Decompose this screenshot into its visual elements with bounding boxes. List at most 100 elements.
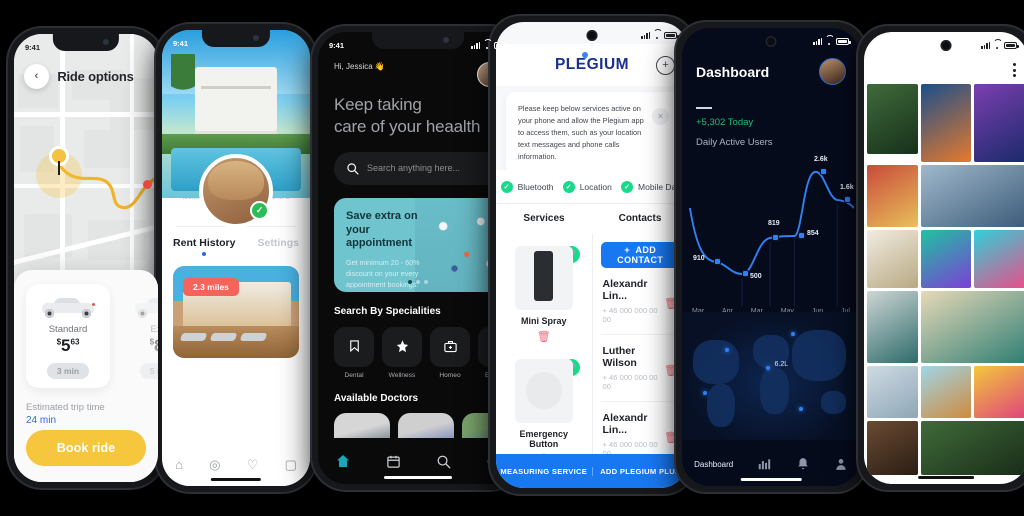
- car-option-exec[interactable]: Exec $892 5 min: [119, 284, 158, 388]
- photo-tile[interactable]: [974, 366, 1024, 418]
- heart-icon[interactable]: ♡: [247, 458, 259, 471]
- chart-point: [715, 259, 720, 264]
- car-price: $892: [125, 336, 158, 356]
- kpi-rule: [696, 107, 712, 109]
- chart-point-label: 2.6k: [814, 156, 828, 163]
- rent-history-card[interactable]: 2.3 miles: [173, 265, 299, 358]
- kpi-delta: +5,302 Today: [696, 117, 754, 128]
- photo-tile[interactable]: [920, 230, 972, 288]
- speciality-label: Dental: [344, 371, 364, 379]
- distance-badge: 2.3 miles: [183, 277, 239, 296]
- specialities-list: Dental Wellness Homeo: [318, 317, 518, 379]
- photo-tile[interactable]: [920, 165, 1024, 227]
- chart-line: [688, 171, 854, 306]
- add-contact-button[interactable]: + ADD CONTACT: [600, 242, 680, 268]
- chart-point-label: 819: [768, 220, 780, 227]
- document-icon[interactable]: ▢: [285, 458, 297, 471]
- car-option-list: Standard $563 3 min Exec $892: [26, 284, 158, 388]
- photo-tile[interactable]: [920, 84, 972, 162]
- bar-chart-icon[interactable]: [757, 457, 771, 471]
- service-name: Mini Spray: [520, 316, 567, 326]
- chart-point-label: 854: [807, 230, 819, 237]
- person-icon[interactable]: [834, 457, 848, 471]
- close-icon[interactable]: ✕: [652, 108, 669, 125]
- photo-tile[interactable]: [867, 366, 918, 418]
- battery-icon: [836, 37, 851, 45]
- services-column: 🔗 Mini Spray 🗑 🔗 Emergency Button 🗑: [496, 234, 593, 466]
- brand-logo: PLEGIUM: [555, 50, 629, 74]
- tab-contacts[interactable]: Contacts: [592, 204, 688, 234]
- photo-tile[interactable]: [920, 291, 1024, 363]
- notification-dot: [143, 180, 152, 189]
- chart-point-label: 910: [693, 255, 705, 262]
- status-time: 9:41: [25, 42, 41, 52]
- photo-tile[interactable]: [974, 230, 1024, 288]
- tab-services[interactable]: Services: [496, 204, 592, 234]
- wifi-icon: [825, 38, 833, 45]
- search-icon[interactable]: [436, 454, 451, 469]
- bell-icon[interactable]: [796, 457, 810, 471]
- dashboard-screen: Dashboard +5,302 Today Daily Active User…: [682, 28, 860, 486]
- world-map[interactable]: 6.2L: [682, 312, 860, 440]
- photo-tile[interactable]: [974, 84, 1024, 162]
- signal-icon: [641, 31, 650, 39]
- avatar[interactable]: ✓: [199, 154, 273, 228]
- phone-broker-profile: 9:41 ✓ Margaret Novakou ■ Full time Brok…: [156, 24, 316, 492]
- promo-subtitle: Get minimum 20 - 60% discount on your ev…: [346, 258, 420, 290]
- doctors-title: Available Doctors: [334, 392, 419, 404]
- carousel-dots[interactable]: [408, 279, 428, 284]
- chart-point-label: 500: [750, 273, 762, 280]
- service-item[interactable]: 🔗 Mini Spray 🗑: [504, 246, 584, 345]
- car-option-standard[interactable]: Standard $563 3 min: [26, 284, 110, 388]
- plus-circle-icon[interactable]: +: [656, 55, 675, 75]
- home-icon[interactable]: ⌂: [175, 458, 183, 471]
- phone-ride-options: 9:41 ‹ Ride options Standard $563 3 min …: [8, 28, 164, 488]
- chart-point: [773, 235, 778, 240]
- page-title: Ride options: [57, 68, 134, 84]
- toggle-mobile-data[interactable]: ✓ Mobile Data: [621, 180, 683, 193]
- add-plegium-plus-button[interactable]: ADD PLEGIUM PLUS: [593, 467, 689, 476]
- photo-tile[interactable]: [867, 291, 918, 363]
- measuring-service-button[interactable]: MEASURING SERVICE: [496, 466, 593, 476]
- speciality-homeo[interactable]: Homeo: [430, 326, 470, 379]
- promo-title: Save extra on your appointment: [346, 209, 418, 250]
- search-input[interactable]: Search anything here...: [334, 151, 502, 185]
- service-item[interactable]: 🔗 Emergency Button 🗑: [504, 359, 584, 468]
- trash-icon[interactable]: 🗑: [537, 330, 551, 343]
- service-image: [514, 246, 573, 310]
- speciality-wellness[interactable]: Wellness: [382, 326, 422, 379]
- home-icon[interactable]: [335, 453, 351, 469]
- price-whole: 5: [61, 336, 71, 355]
- wifi-icon: [483, 42, 491, 49]
- calendar-icon[interactable]: [386, 454, 401, 469]
- pin-icon[interactable]: ◎: [209, 458, 220, 471]
- tab-rent-history[interactable]: Rent History: [173, 237, 235, 249]
- active-users-chart[interactable]: 910 500 819 854 2.6k 1.6k: [688, 156, 854, 306]
- contact-row[interactable]: Alexandr Lin... + 46 000 000 00 00 🗑: [600, 268, 680, 335]
- tab-settings[interactable]: Settings: [258, 237, 299, 249]
- photo-tile[interactable]: [867, 230, 918, 288]
- toggle-label: Bluetooth: [517, 181, 554, 192]
- photo-tile[interactable]: [920, 366, 972, 418]
- price-whole: 8: [154, 336, 158, 355]
- toggle-bluetooth[interactable]: ✓ Bluetooth: [500, 180, 554, 193]
- notice-text: Please keep below services active on you…: [518, 104, 644, 161]
- avatar[interactable]: [819, 58, 846, 85]
- photo-tile[interactable]: [867, 165, 918, 227]
- book-ride-button[interactable]: Book ride: [26, 430, 146, 466]
- health-screen: 9:41 Hi, Jessica 👋 Keep taking care of y…: [318, 32, 518, 484]
- headline-line-1: Keep taking: [334, 95, 422, 114]
- photo-tile[interactable]: [867, 421, 918, 475]
- photo-tile[interactable]: [920, 421, 1024, 475]
- photo-tile[interactable]: [867, 84, 918, 154]
- speciality-label: Homeo: [439, 371, 461, 379]
- wifi-icon: [993, 42, 1001, 49]
- headline: Keep taking care of your heaalth: [318, 94, 518, 139]
- toggle-location[interactable]: ✓ Location: [562, 180, 612, 193]
- nav-dashboard[interactable]: Dashboard: [694, 460, 733, 469]
- phone-mockup-stage: 9:41 ‹ Ride options Standard $563 3 min …: [0, 0, 1024, 516]
- speciality-dental[interactable]: Dental: [334, 326, 374, 379]
- kebab-menu-icon[interactable]: [1013, 63, 1016, 77]
- promo-banner[interactable]: Save extra on your appointment Get minim…: [334, 197, 502, 292]
- contact-row[interactable]: Luther Wilson + 46 000 000 00 00 🗑: [600, 335, 680, 402]
